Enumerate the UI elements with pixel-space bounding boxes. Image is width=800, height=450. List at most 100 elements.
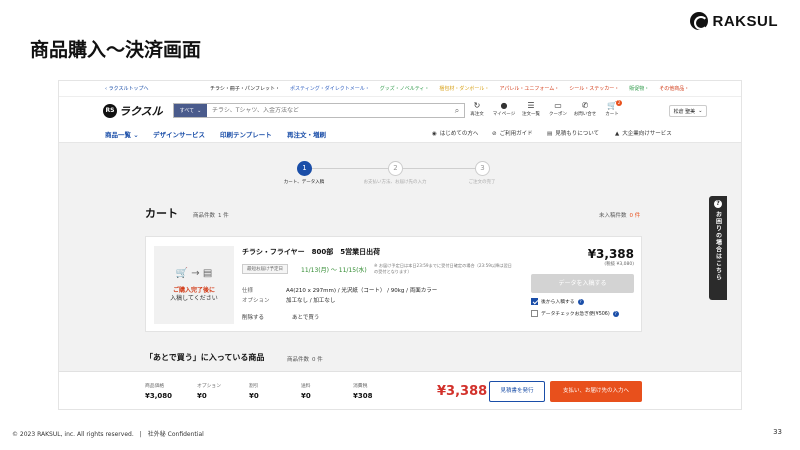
footer-separator: | [139, 431, 142, 438]
category-link[interactable]: アパレル・ユニフォーム・ [499, 86, 559, 92]
delivery-note: ※ お届け予定日は本日23:59までに受付日確定の場合（23:59以降は翌日の受… [374, 263, 512, 274]
cart-count-badge: 2 [616, 100, 622, 106]
item-price-excl-tax: (税抜 ¥3,080) [604, 262, 634, 267]
option-label: オプション [242, 298, 270, 304]
data-check-option[interactable]: データチェックお急ぎ便(¥506) ? [531, 310, 619, 317]
product-name: チラシ・フライヤー 800部 5営業日出荷 [242, 248, 381, 256]
order-total: ¥3,388 [437, 384, 488, 399]
summary-label: 消費税 [353, 384, 368, 389]
user-menu[interactable]: 松倉 聖美 ⌄ [669, 105, 707, 117]
nav-util-label: 見積もりについて [555, 131, 600, 137]
site-logo-mark: RS [103, 104, 117, 118]
brand-name: RAKSUL [712, 12, 778, 30]
later-upload-label: 後から入稿する [541, 300, 575, 305]
help-tab-label: お困りの場合はこちら [714, 211, 722, 281]
header-order-list-button[interactable]: ☰ 注文一覧 [518, 101, 544, 117]
main-nav: 商品一覧 ⌄ デザインサービス 印刷テンプレート 再注文・増刷 ◉ はじめての方へ ⊘ ご利用… [59, 123, 741, 143]
category-link[interactable]: 梱包材・ダンボール・ [439, 86, 489, 92]
reorder-icon: ↻ [473, 101, 481, 110]
nav-util-link[interactable]: ▲ 大企業向けサービス [615, 129, 672, 137]
header-reorder-button[interactable]: ↻ 再注文 [464, 101, 490, 117]
summary-label: 商品価格 [145, 384, 165, 389]
summary-value: ¥308 [353, 392, 373, 400]
summary-label: オプション [197, 384, 221, 389]
slide: 商品購入〜決済画面 RAKSUL ‹ ラクスルトップへ チラシ・冊子・パンフレッ… [0, 0, 800, 450]
category-link[interactable]: ポスティング・ダイレクトメール・ [290, 86, 370, 92]
header-coupon-button[interactable]: ▭ クーポン [545, 101, 571, 117]
cart-to-document-icon: 🛒 → ▤ [175, 267, 213, 279]
upload-msg-text: 入稿してください [170, 294, 218, 302]
category-link[interactable]: その他商品・ [659, 86, 689, 92]
footer-copyright: © 2023 RAKSUL, inc. All rights reserved. [12, 431, 134, 438]
product-image-placeholder: 🛒 → ▤ ご購入完了後に 入稿してください [154, 246, 234, 324]
step-connector [312, 168, 395, 169]
order-list-icon: ☰ [527, 101, 535, 110]
nav-item[interactable]: 商品一覧 ⌄ [105, 129, 139, 139]
header-cart-button[interactable]: 🛒 カート 2 [599, 100, 625, 117]
header-phone-button[interactable]: ✆ お問い合せ [572, 101, 598, 117]
help-tab[interactable]: ? お困りの場合はこちら [709, 196, 727, 300]
coupon-icon: ▭ [554, 101, 562, 110]
help-icon[interactable]: ? [577, 298, 584, 305]
delivery-tag: 最短お届け予定日 [242, 264, 288, 274]
saved-count-value: 0 件 [312, 357, 323, 363]
option-value: 加工なし / 加工なし [286, 298, 336, 304]
saved-count-label: 商品件数 [287, 357, 310, 363]
cart-item-count: 商品件数 1 件 [193, 211, 229, 219]
category-link[interactable]: チラシ・冊子・パンフレット・ [210, 86, 280, 92]
cart-count-value: 1 件 [218, 213, 229, 219]
footer-confidential: 社外秘 Confidential [147, 431, 204, 438]
header-user-button[interactable]: ● マイページ [491, 101, 517, 117]
step-2-label: お支払い方法、お届け先の入力 [363, 180, 427, 185]
nav-util-label: はじめての方へ [439, 131, 479, 137]
site-logo[interactable]: RS ラクスル [103, 103, 163, 119]
nav-util-link[interactable]: ▤ 見積もりについて [547, 129, 599, 137]
step-connector [403, 168, 482, 169]
delete-link[interactable]: 削除する [242, 313, 264, 321]
user-name: 松倉 聖美 [673, 108, 696, 115]
step-3-label: ご注文の完了 [468, 180, 496, 185]
nav-item[interactable]: 再注文・増刷 [287, 129, 326, 139]
unuploaded-count: 未入稿件数 0 件 [599, 211, 640, 219]
issue-quote-button[interactable]: 見積書を発行 [489, 381, 545, 402]
search-bar: すべて ⌄ ⌕ [173, 103, 465, 118]
nav-item[interactable]: デザインサービス [153, 129, 205, 139]
nav-util-link[interactable]: ⊘ ご利用ガイド [492, 129, 533, 137]
order-summary-bar: 商品価格 ¥3,080 オプション ¥0 割引 ¥0 送料 ¥0 消費税 ¥308 ¥3,388 … [59, 371, 741, 409]
search-icon[interactable]: ⌕ [450, 106, 464, 116]
shield-icon: ◉ [432, 131, 437, 137]
later-upload-option[interactable]: 後から入稿する ? [531, 298, 584, 305]
nav-util-label: ご利用ガイド [499, 131, 533, 137]
search-scope-select[interactable]: すべて ⌄ [174, 104, 207, 117]
spec-value: A4(210 x 297mm) / 光沢紙（コート） / 90kg / 両面カラ… [286, 288, 438, 294]
save-for-later-link[interactable]: あとで買う [292, 313, 319, 321]
header-icon-label: マイページ [492, 112, 516, 117]
nav-util-link[interactable]: ◉ はじめての方へ [432, 129, 478, 137]
data-check-checkbox[interactable] [531, 310, 538, 317]
upload-data-button[interactable]: データを入稿する [531, 274, 634, 293]
later-upload-checkbox[interactable] [531, 298, 538, 305]
slide-title: 商品購入〜決済画面 [30, 39, 202, 61]
search-scope-label: すべて [179, 108, 195, 114]
help-icon[interactable]: ? [612, 310, 619, 317]
site-header: RS ラクスル すべて ⌄ ⌕ ↻ 再注文 ● マイページ ☰ 注文一覧 ▭ クーポン ✆ お問い… [59, 97, 741, 123]
summary-value: ¥3,080 [145, 392, 173, 400]
category-link[interactable]: 販促物・ [629, 86, 649, 92]
category-link[interactable]: グッズ・ノベルティ・ [380, 86, 430, 92]
proceed-to-payment-button[interactable]: 支払い、お届け先の入力へ [550, 381, 642, 402]
raksul-logo-icon [689, 12, 708, 30]
step-3-indicator: 3 [475, 161, 490, 176]
category-link[interactable]: シール・ステッカー・ [569, 86, 619, 92]
header-icon-label: クーポン [549, 112, 567, 117]
cart-count-label: 商品件数 [193, 213, 216, 219]
screenshot-frame: ‹ ラクスルトップへ チラシ・冊子・パンフレット・ ポスティング・ダイレクトメール… [58, 80, 742, 410]
summary-value: ¥0 [249, 392, 259, 400]
nav-item[interactable]: 印刷テンプレート [220, 129, 272, 139]
summary-value: ¥0 [197, 392, 207, 400]
summary-label: 割引 [249, 384, 259, 389]
search-input[interactable] [207, 107, 450, 114]
summary-value: ¥0 [301, 392, 311, 400]
back-to-top-link[interactable]: ‹ ラクスルトップへ [105, 85, 210, 92]
data-check-label: データチェックお急ぎ便(¥506) [541, 312, 610, 317]
saved-for-later-title: 「あとで買う」に入っている商品 [145, 353, 265, 362]
